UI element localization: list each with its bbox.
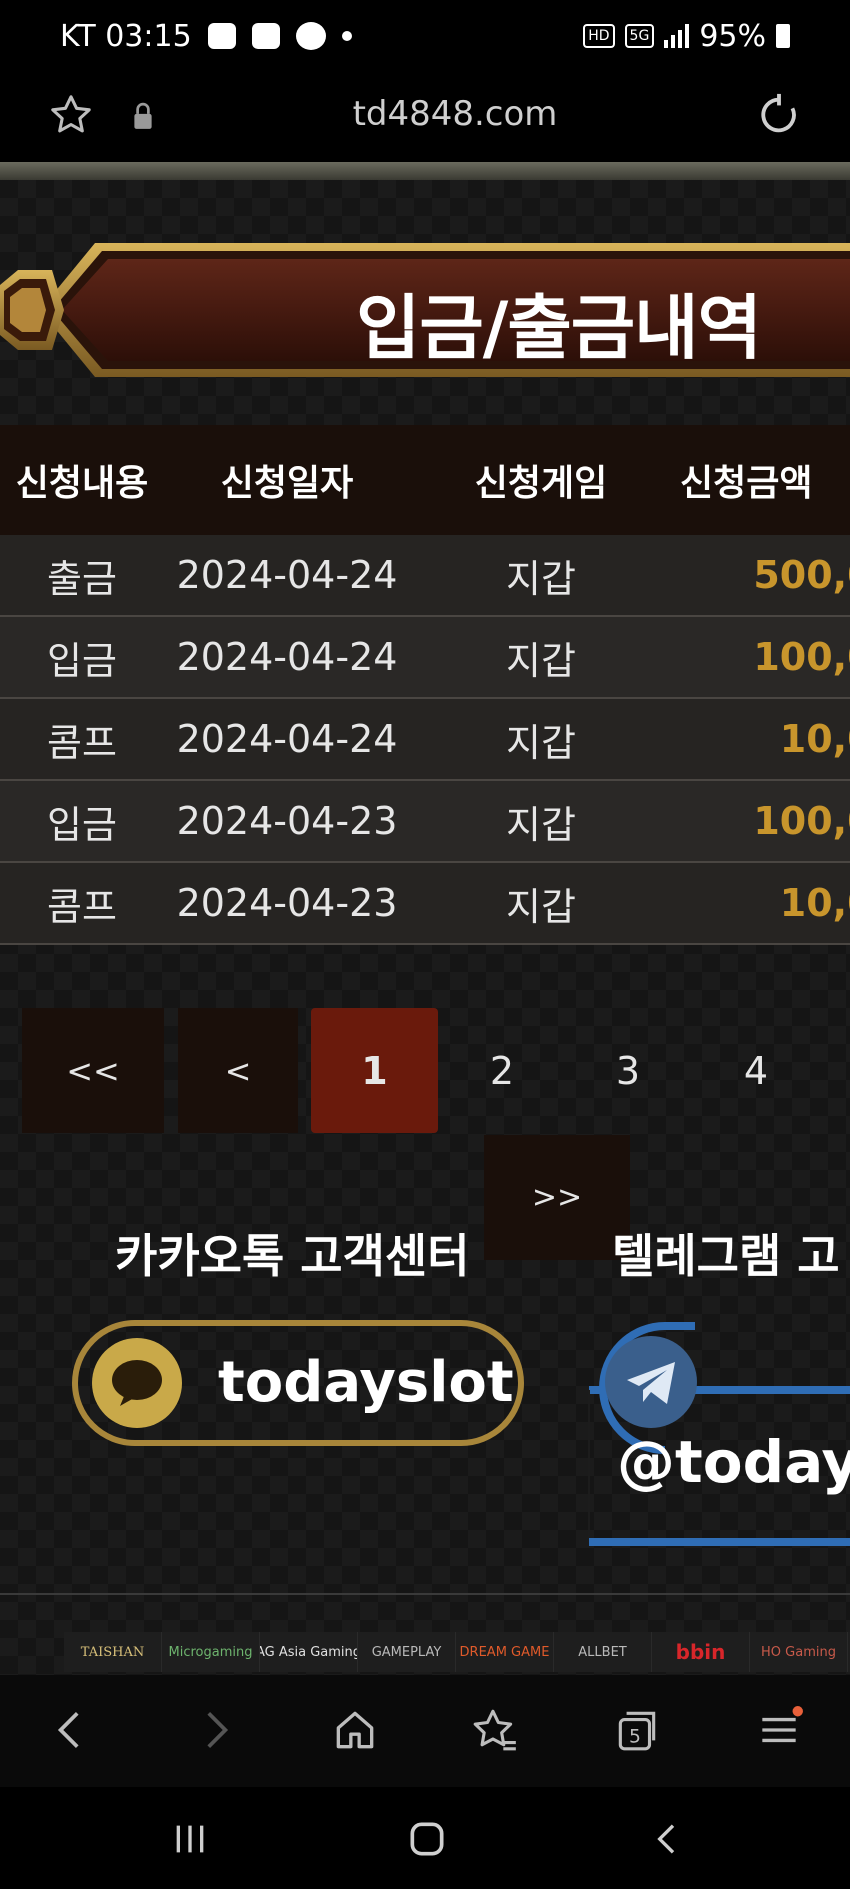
partner-gameplay-logo: GAMEPLAY xyxy=(358,1632,456,1672)
cell-game: 지갑 xyxy=(506,638,576,683)
page-first-button[interactable]: << xyxy=(22,1008,164,1133)
home-icon[interactable] xyxy=(330,1705,380,1755)
reload-icon[interactable] xyxy=(756,92,802,138)
partner-dreamgame-logo: DREAM GAME xyxy=(456,1632,554,1672)
network-5g-icon: 5G xyxy=(624,24,655,48)
table-row: 콤프 2024-04-24 지갑 10,00 xyxy=(0,699,850,781)
column-header-date: 신청일자 xyxy=(220,463,354,504)
kakao-id: todayslot xyxy=(218,1350,514,1415)
cell-game: 지갑 xyxy=(506,884,576,929)
hd-icon: HD xyxy=(583,24,615,48)
table-row: 출금 2024-04-24 지갑 500,00 xyxy=(0,535,850,617)
table-row: 콤프 2024-04-23 지갑 10,00 xyxy=(0,863,850,945)
cell-type: 출금 xyxy=(47,556,117,601)
column-header-amount: 신청금액 xyxy=(680,463,813,504)
bookmarks-icon[interactable] xyxy=(470,1705,520,1755)
browser-url-bar: td4848.com xyxy=(0,72,850,162)
page-prev-button[interactable]: < xyxy=(178,1008,298,1133)
tabs-icon[interactable]: 5 xyxy=(612,1705,662,1755)
page-3-button[interactable]: 3 xyxy=(578,1008,678,1133)
cell-amount: 500,00 xyxy=(753,553,850,597)
cell-amount: 100,00 xyxy=(753,635,850,679)
column-header-type: 신청내용 xyxy=(15,463,149,504)
cell-date: 2024-04-24 xyxy=(176,635,398,679)
cell-date: 2024-04-23 xyxy=(176,881,398,925)
table-row: 입금 2024-04-24 지갑 100,00 xyxy=(0,617,850,699)
cell-game: 지갑 xyxy=(506,720,576,765)
status-time: KT 03:15 xyxy=(60,18,192,54)
history-table: 신청내용 신청일자 신청게임 신청금액 출금 2024-04-24 지갑 500… xyxy=(0,425,850,945)
cell-type: 입금 xyxy=(47,638,117,683)
partner-ho-gaming-logo: HO Gaming xyxy=(750,1632,848,1672)
telegram-support-title: 텔레그램 고 xyxy=(612,1229,840,1283)
cell-amount: 10,00 xyxy=(779,881,850,925)
kakaotalk-logo-icon xyxy=(92,1338,182,1428)
cell-amount: 100,00 xyxy=(753,799,850,843)
system-back-icon[interactable] xyxy=(648,1819,688,1859)
kakao-support-title: 카카오톡 고객센터 xyxy=(115,1229,470,1283)
forward-icon[interactable] xyxy=(190,1705,240,1755)
menu-icon[interactable] xyxy=(754,1705,804,1755)
partner-logos: TAISHAN Microgaming AG Asia Gaming GAMEP… xyxy=(64,1632,850,1672)
system-home-icon[interactable] xyxy=(405,1817,449,1861)
cell-type: 입금 xyxy=(47,802,117,847)
signal-icon xyxy=(664,24,690,48)
pagination: << < 1 2 3 4 xyxy=(0,1008,850,1138)
partner-microgaming-logo: Microgaming xyxy=(162,1632,260,1672)
page-title: 입금/출금내역 xyxy=(356,287,762,369)
header-border xyxy=(0,162,850,180)
message-icon xyxy=(207,23,236,49)
back-icon[interactable] xyxy=(46,1705,96,1755)
cell-date: 2024-04-24 xyxy=(176,717,398,761)
table-body: 출금 2024-04-24 지갑 500,00 입금 2024-04-24 지갑… xyxy=(0,535,850,945)
page-2-button[interactable]: 2 xyxy=(452,1008,552,1133)
partner-ag-logo: AG Asia Gaming xyxy=(260,1632,358,1672)
page-last-button[interactable]: >> xyxy=(484,1135,630,1260)
cell-type: 콤프 xyxy=(47,720,117,765)
table-header: 신청내용 신청일자 신청게임 신청금액 xyxy=(0,425,850,535)
url-text[interactable]: td4848.com xyxy=(0,94,850,134)
status-bar: KT 03:15 HD 5G 95% xyxy=(0,0,850,72)
cell-date: 2024-04-24 xyxy=(176,553,398,597)
page-content: 입금/출금내역 신청내용 신청일자 신청게임 신청금액 출금 2024-04-2… xyxy=(0,180,850,1675)
page-1-button[interactable]: 1 xyxy=(311,1008,438,1133)
cell-game: 지갑 xyxy=(506,802,576,847)
telegram-support-button[interactable]: @today7 xyxy=(585,1320,850,1550)
partner-bbin-logo: bbin xyxy=(652,1632,750,1672)
cell-type: 콤프 xyxy=(47,884,117,929)
recent-apps-icon[interactable] xyxy=(170,1819,210,1859)
partner-allbet-logo: ALLBET xyxy=(554,1632,652,1672)
browser-bottom-nav: 5 xyxy=(0,1675,850,1787)
system-nav-bar xyxy=(0,1787,850,1889)
battery-percent: 95% xyxy=(699,18,766,54)
footer-divider xyxy=(0,1593,850,1595)
battery-icon xyxy=(776,24,790,48)
telegram-id: @today7 xyxy=(617,1428,850,1496)
page-4-button[interactable]: 4 xyxy=(706,1008,806,1133)
partner-taishan-logo: TAISHAN xyxy=(64,1632,162,1672)
cell-date: 2024-04-23 xyxy=(176,799,398,843)
svg-text:5: 5 xyxy=(629,1727,641,1748)
cell-amount: 10,00 xyxy=(779,717,850,761)
gallery-icon xyxy=(251,23,280,49)
kakaotalk-icon xyxy=(295,22,326,50)
table-row: 입금 2024-04-23 지갑 100,00 xyxy=(0,781,850,863)
notification-dot-icon xyxy=(341,31,352,41)
column-header-game: 신청게임 xyxy=(474,463,608,504)
cell-game: 지갑 xyxy=(506,556,576,601)
kakao-support-button[interactable]: todayslot xyxy=(72,1320,524,1446)
